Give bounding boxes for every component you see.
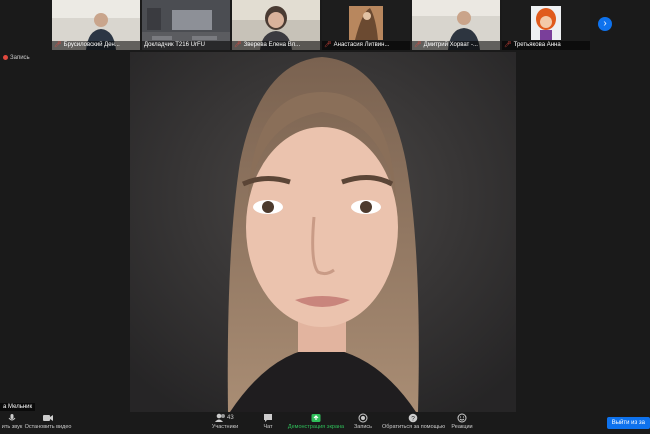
participants-icon: 43 xyxy=(215,413,234,422)
participant-strip: 🎤︎ Брусиловский Ден... Докладчик T216 UrF… xyxy=(52,0,592,52)
record-dot-icon xyxy=(3,55,8,60)
recording-label: Запись xyxy=(10,55,30,62)
speaker-video-frame xyxy=(130,52,516,412)
mic-muted-icon: 🎤︎ xyxy=(504,42,512,48)
microphone-icon xyxy=(8,414,16,421)
participants-button[interactable]: 43 Участники xyxy=(205,413,245,430)
unmute-button[interactable]: ить звук xyxy=(0,413,24,430)
participant-tile[interactable]: 🎤︎ Анастасия Литвин... xyxy=(322,0,410,50)
chat-button[interactable]: Чат xyxy=(258,413,278,430)
record-button[interactable]: Запись xyxy=(352,413,374,430)
participant-tile[interactable]: 🎤︎ Третьякова Анна xyxy=(502,0,590,50)
participant-name: Третьякова Анна xyxy=(513,42,561,48)
recording-indicator: Запись xyxy=(3,55,30,61)
video-camera-icon xyxy=(43,415,53,421)
stop-video-label: Остановить видео xyxy=(24,424,72,430)
leave-meeting-button[interactable]: Выйти из за xyxy=(606,417,650,429)
record-label: Запись xyxy=(353,424,373,430)
active-speaker-video xyxy=(130,52,516,412)
participants-label: Участники xyxy=(211,424,239,430)
mic-muted-icon: 🎤︎ xyxy=(414,42,422,48)
share-screen-icon xyxy=(311,414,321,422)
reactions-label: Реакции xyxy=(451,424,473,430)
participant-tile[interactable]: 🎤︎ Брусиловский Ден... xyxy=(52,0,140,50)
svg-text:?: ? xyxy=(411,416,415,423)
share-screen-label: Демонстрация экрана xyxy=(287,424,345,430)
mic-muted-icon: 🎤︎ xyxy=(324,42,332,48)
smiley-icon xyxy=(457,413,467,423)
participant-name: Зверева Елена Вл... xyxy=(243,42,301,48)
share-screen-button[interactable]: Демонстрация экрана xyxy=(286,413,346,430)
unmute-label: ить звук xyxy=(1,424,23,430)
record-icon xyxy=(358,413,368,423)
participant-name: Докладчик T216 UrFU xyxy=(144,42,205,48)
mic-muted-icon: 🎤︎ xyxy=(234,42,242,48)
participant-name: Дмитрий Хорват -... xyxy=(423,42,478,48)
chat-label: Чат xyxy=(263,424,273,430)
participant-tile[interactable]: 🎤︎ Дмитрий Хорват -... xyxy=(412,0,500,50)
mic-muted-icon: 🎤︎ xyxy=(54,42,62,48)
chat-bubble-icon xyxy=(264,414,272,422)
meeting-toolbar: ить звук Остановить видео 43 Участники Ч… xyxy=(0,412,650,434)
participant-name: Брусиловский Ден... xyxy=(63,42,120,48)
next-page-arrow-icon[interactable]: › xyxy=(598,17,612,31)
ask-for-help-label: Обратиться за помощью xyxy=(382,424,446,430)
participant-tile[interactable]: Докладчик T216 UrFU xyxy=(142,0,230,50)
help-question-icon: ? xyxy=(408,413,418,423)
participant-name: Анастасия Литвин... xyxy=(333,42,390,48)
reactions-button[interactable]: Реакции xyxy=(450,413,474,430)
stop-video-button[interactable]: Остановить видео xyxy=(22,413,74,430)
participants-count: 43 xyxy=(227,415,234,421)
ask-for-help-button[interactable]: ? Обратиться за помощью xyxy=(382,413,446,430)
participant-tile[interactable]: 🎤︎ Зверева Елена Вл... xyxy=(232,0,320,50)
speaker-name-label: а Мельник xyxy=(0,403,36,411)
